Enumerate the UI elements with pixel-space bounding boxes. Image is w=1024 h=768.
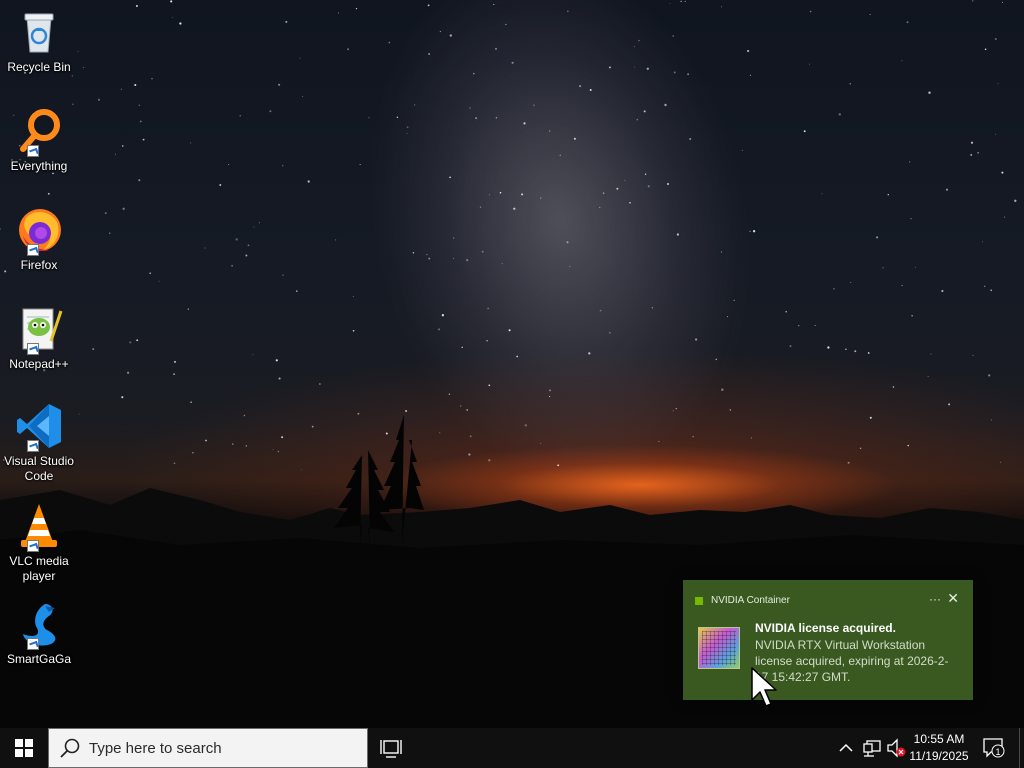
task-view-icon[interactable] [378,736,404,760]
desktop-icon-smartgaga[interactable]: SmartGaGa [2,600,76,667]
notification-body: NVIDIA RTX Virtual Workstation license a… [755,638,949,684]
recycle-bin-icon [24,13,54,53]
search-placeholder: Type here to search [89,739,222,757]
gpu-chip-icon [698,627,740,669]
desktop-icon-recycle-bin[interactable]: Recycle Bin [2,8,76,75]
notification-title: NVIDIA license acquired. [755,621,896,635]
taskbar: Type here to search 10:55 AM 11/19/2025 … [0,728,1024,768]
shortcut-arrow-icon [27,343,39,355]
desktop-icon-label: Recycle Bin [7,60,71,74]
desktop-icon-label: Notepad++ [9,357,69,371]
desktop-icon-label: Visual Studio Code [4,454,74,483]
desktop-icon-firefox[interactable]: Firefox [2,206,76,273]
shortcut-arrow-icon [27,440,39,452]
clock-time: 10:55 AM [913,732,965,746]
vlc-icon [21,504,57,547]
shortcut-arrow-icon [27,145,39,157]
shortcut-arrow-icon [27,638,39,650]
more-options-icon[interactable]: ··· [929,592,941,606]
volume-muted-icon[interactable] [886,737,906,759]
desktop-icon-vscode[interactable]: Visual Studio Code [2,402,76,484]
desktop-icon-label: SmartGaGa [6,652,72,666]
nvidia-notification-toast[interactable]: NVIDIA Container ··· ✕ NVIDIA license ac… [683,580,973,700]
shortcut-arrow-icon [27,244,39,256]
taskbar-search-box[interactable]: Type here to search [48,728,368,768]
show-desktop-button[interactable] [1019,728,1024,768]
desktop-icon-label: Firefox [20,258,58,272]
notification-app-name: NVIDIA Container [711,595,790,606]
vscode-icon [17,404,61,448]
smartgaga-icon [23,604,56,646]
clock-date: 11/19/2025 [909,749,969,763]
shortcut-arrow-icon [27,540,39,552]
desktop-icon-label: Everything [10,159,68,173]
close-notification-icon[interactable]: ✕ [947,590,959,607]
desktop-icon-everything[interactable]: Everything [2,107,76,174]
network-icon[interactable] [862,738,882,758]
windows-logo-icon [15,739,33,757]
desktop-icon-vlc[interactable]: VLC media player [2,502,76,584]
notepad-plus-plus-icon [22,308,63,350]
desktop-icon-notepad-plus-plus[interactable]: Notepad++ [2,305,76,372]
everything-search-icon [20,109,60,152]
mouse-pointer-icon [751,667,777,707]
action-center-icon[interactable]: 1 [982,737,1006,759]
desktop-icon-label: VLC media player [9,554,69,583]
notification-count-badge: 1 [995,747,1000,757]
nvidia-app-icon [695,596,703,605]
show-hidden-icons-chevron-icon[interactable] [838,738,854,758]
notification-header: NVIDIA Container [695,595,790,606]
search-icon [60,738,80,758]
system-clock[interactable]: 10:55 AM 11/19/2025 [906,731,972,765]
firefox-icon [19,209,61,252]
start-button[interactable] [0,728,48,768]
